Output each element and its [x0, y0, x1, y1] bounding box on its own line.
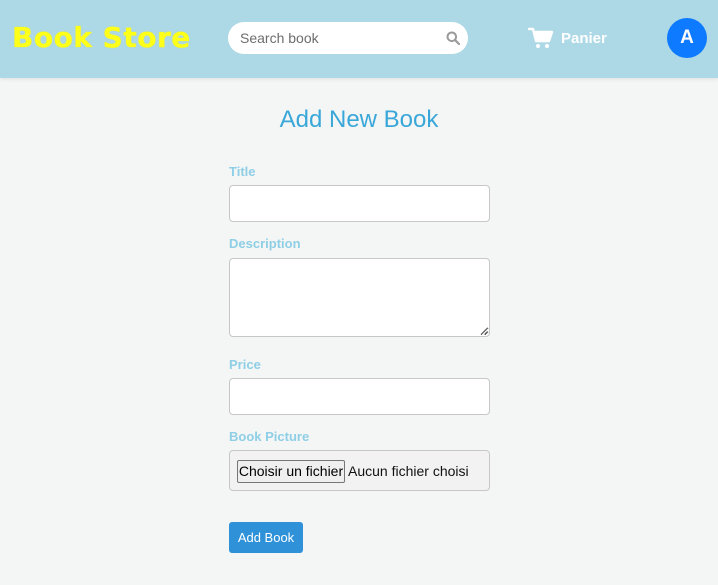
page-title: Add New Book [279, 106, 439, 133]
shopping-cart-icon [528, 27, 554, 48]
search-bar [228, 22, 468, 54]
price-label: Price [229, 357, 261, 372]
file-input: Choisir un fichier Aucun fichier choisi [229, 450, 490, 491]
cart-button[interactable]: Panier [528, 26, 607, 50]
avatar[interactable]: A [667, 18, 707, 58]
choose-file-button[interactable]: Choisir un fichier [237, 460, 345, 483]
price-field[interactable] [229, 378, 490, 415]
description-label: Description [229, 236, 301, 251]
book-picture-label: Book Picture [229, 429, 310, 444]
search-input[interactable] [240, 22, 440, 54]
brand-logo[interactable]: Book Store [12, 21, 191, 54]
navbar: Book Store Panier A [0, 0, 718, 78]
title-field[interactable] [229, 185, 490, 222]
title-label: Title [229, 164, 256, 179]
search-icon[interactable] [446, 31, 460, 45]
resize-handle-icon[interactable] [480, 327, 488, 335]
cart-label: Panier [561, 29, 607, 47]
description-field[interactable] [229, 258, 490, 337]
add-book-button[interactable]: Add Book [229, 522, 303, 553]
file-status-text: Aucun fichier choisi [348, 463, 469, 479]
